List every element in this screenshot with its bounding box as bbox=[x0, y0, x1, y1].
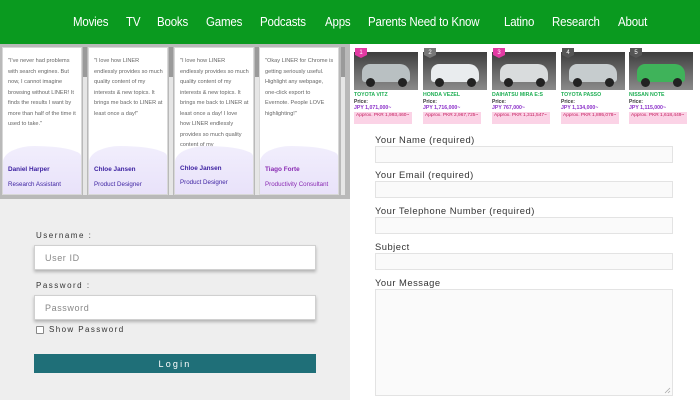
car-photo[interactable] bbox=[354, 52, 418, 90]
car-price: JPY 1,115,000~ bbox=[629, 105, 666, 111]
car-wheel bbox=[435, 78, 444, 87]
car-card[interactable]: 4 TOYOTA PASSO Price: JPY 1,134,000~ Approx.… bbox=[561, 48, 625, 126]
telephone-label: Your Telephone Number (required) bbox=[375, 205, 535, 216]
car-photo[interactable] bbox=[629, 52, 693, 90]
car-model[interactable]: HONDA VEZEL bbox=[423, 92, 460, 98]
car-wheel bbox=[673, 78, 682, 87]
car-card[interactable]: 1 TOYOTA VITZ Price: JPY 1,071,000~ Approx. … bbox=[354, 48, 418, 126]
testimonial-role: Product Designer bbox=[180, 179, 228, 186]
login-panel: Username : Password : Show Password Logi… bbox=[0, 199, 350, 400]
testimonial-quote: "I've never had problems with search eng… bbox=[8, 58, 76, 127]
car-wheel bbox=[573, 78, 582, 87]
testimonial-quote: "I love how LINER endlessly provides so … bbox=[180, 58, 249, 148]
testimonial-role: Research Assistant bbox=[8, 181, 61, 188]
name-label: Your Name (required) bbox=[375, 134, 475, 145]
testimonial-author: Tiago Forte bbox=[265, 166, 300, 173]
login-button[interactable]: Login bbox=[34, 354, 316, 373]
car-card[interactable]: 3 DAIHATSU MIRA E:S Price: JPY 767,000~ Appr… bbox=[492, 48, 556, 126]
car-wheel bbox=[536, 78, 545, 87]
password-input[interactable] bbox=[34, 295, 316, 320]
approx-price: Approx. PKR 1,895,078~ bbox=[561, 112, 619, 124]
scrollbar-thumb[interactable] bbox=[169, 47, 173, 77]
show-password-toggle[interactable]: Show Password bbox=[36, 325, 125, 334]
password-label: Password : bbox=[36, 281, 91, 290]
testimonial-role: Productivity Consultant bbox=[265, 181, 329, 188]
nav-item-latino[interactable]: Latino bbox=[504, 15, 534, 29]
subject-label: Subject bbox=[375, 241, 410, 252]
telephone-field[interactable] bbox=[375, 217, 673, 234]
scrollbar-thumb[interactable] bbox=[83, 47, 87, 77]
car-wheel bbox=[641, 78, 650, 87]
car-wheel bbox=[366, 78, 375, 87]
testimonial-scrollbar[interactable] bbox=[169, 47, 173, 195]
message-field[interactable] bbox=[375, 289, 673, 396]
car-photo[interactable] bbox=[561, 52, 625, 90]
car-model[interactable]: DAIHATSU MIRA E:S bbox=[492, 92, 543, 98]
nav-item-parents-need-to-know[interactable]: Parents Need to Know bbox=[368, 15, 480, 29]
car-photo[interactable] bbox=[423, 52, 487, 90]
email-label: Your Email (required) bbox=[375, 169, 474, 180]
car-price: JPY 1,134,000~ bbox=[561, 105, 599, 111]
car-model[interactable]: TOYOTA PASSO bbox=[561, 92, 601, 98]
testimonial-card: "I love how LINER endlessly provides so … bbox=[88, 47, 168, 195]
nav-item-about[interactable]: About bbox=[618, 15, 647, 29]
approx-price: Approx. PKR 2,967,725~ bbox=[423, 112, 481, 124]
car-wheel bbox=[398, 78, 407, 87]
testimonial-quote: "I love how LINER endlessly provides so … bbox=[94, 58, 163, 117]
username-label: Username : bbox=[36, 231, 93, 240]
testimonial-card: "I've never had problems with search eng… bbox=[2, 47, 82, 195]
username-input[interactable] bbox=[34, 245, 316, 270]
approx-price: Approx. PKR 1,311,547~ bbox=[492, 112, 550, 124]
testimonial-card: "I love how LINER endlessly provides so … bbox=[174, 47, 254, 195]
approx-price: Approx. PKR 1,618,449~ bbox=[629, 112, 687, 124]
testimonial-scrollbar[interactable] bbox=[83, 47, 87, 195]
show-password-checkbox[interactable] bbox=[36, 325, 44, 334]
email-field[interactable] bbox=[375, 181, 673, 198]
car-photo[interactable] bbox=[492, 52, 556, 90]
nav-item-tv[interactable]: TV bbox=[126, 15, 141, 29]
nav-item-movies[interactable]: Movies bbox=[73, 15, 109, 29]
message-label: Your Message bbox=[375, 277, 441, 288]
testimonial-quote: "Okay LINER for Chrome is getting seriou… bbox=[265, 58, 334, 117]
car-wheel bbox=[467, 78, 476, 87]
car-card[interactable]: 2 HONDA VEZEL Price: JPY 1,716,000~ Approx. … bbox=[423, 48, 487, 126]
testimonial-author: Daniel Harper bbox=[8, 166, 50, 173]
testimonial-strip: "I've never had problems with search eng… bbox=[0, 44, 350, 199]
show-password-label: Show Password bbox=[49, 325, 125, 334]
nav-item-apps[interactable]: Apps bbox=[325, 15, 351, 29]
name-field[interactable] bbox=[375, 146, 673, 163]
nav-item-games[interactable]: Games bbox=[206, 15, 242, 29]
resize-grip-icon[interactable] bbox=[663, 386, 671, 394]
car-price: JPY 1,071,000~ bbox=[354, 105, 392, 111]
testimonial-role: Product Designer bbox=[94, 181, 142, 188]
nav-item-research[interactable]: Research bbox=[552, 15, 600, 29]
car-price: JPY 1,716,000~ bbox=[423, 105, 461, 111]
car-wheel bbox=[605, 78, 614, 87]
car-model[interactable]: TOYOTA VITZ bbox=[354, 92, 388, 98]
testimonial-card: "Okay LINER for Chrome is getting seriou… bbox=[259, 47, 339, 195]
car-wheel bbox=[504, 78, 513, 87]
subject-field[interactable] bbox=[375, 253, 673, 270]
nav-item-podcasts[interactable]: Podcasts bbox=[260, 15, 306, 29]
car-model[interactable]: NISSAN NOTE bbox=[629, 92, 664, 98]
top-nav: Movies TV Books Games Podcasts Apps Pare… bbox=[0, 0, 700, 44]
contact-form: Your Name (required) Your Email (require… bbox=[351, 128, 700, 400]
testimonial-scrollbar[interactable] bbox=[341, 47, 345, 195]
scrollbar-thumb[interactable] bbox=[341, 47, 345, 77]
testimonial-author: Chloe Jansen bbox=[180, 165, 222, 172]
nav-item-books[interactable]: Books bbox=[157, 15, 188, 29]
car-price: JPY 767,000~ bbox=[492, 105, 525, 111]
car-listing-strip: 1 TOYOTA VITZ Price: JPY 1,071,000~ Approx. … bbox=[351, 44, 700, 128]
testimonial-author: Chloe Jansen bbox=[94, 166, 136, 173]
approx-price: Approx. PKR 1,993,460~ bbox=[354, 112, 412, 124]
car-card[interactable]: 5 NISSAN NOTE Price: JPY 1,115,000~ Approx. … bbox=[629, 48, 693, 126]
